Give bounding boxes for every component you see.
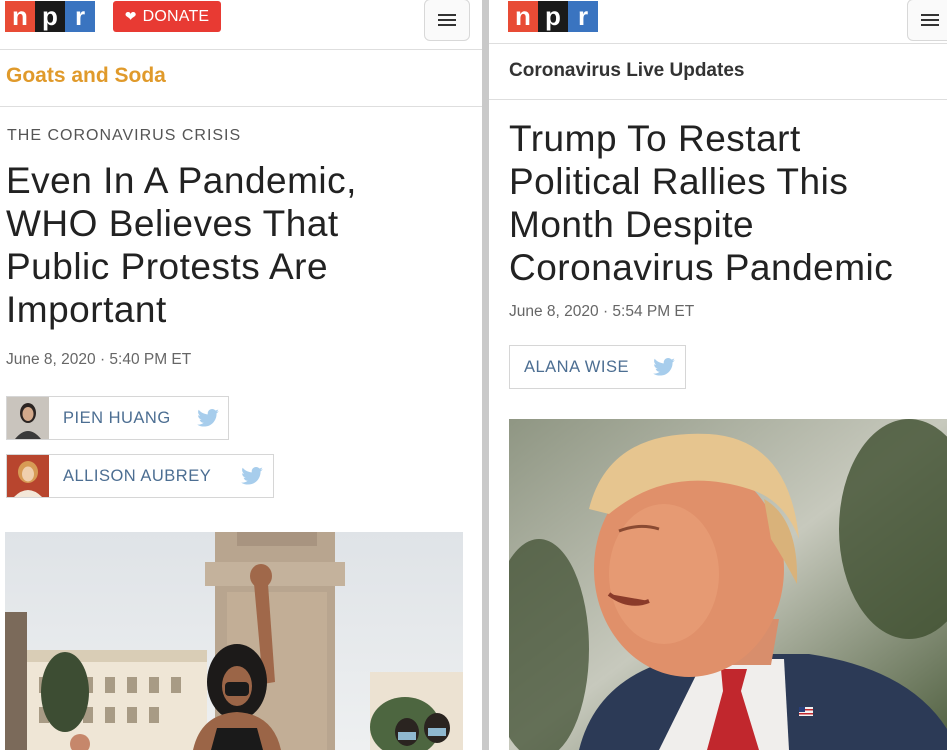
story-headline: Even In A Pandemic, WHO Believes That Pu… [6, 159, 476, 331]
left-article-screenshot: n p r ❤ DONATE Goats and Soda THE CORONA… [0, 0, 482, 750]
headline-line: Public Protests Are [6, 246, 329, 287]
twitter-icon[interactable] [653, 358, 675, 376]
headline-line: Important [6, 289, 167, 330]
section-title[interactable]: Goats and Soda [6, 64, 166, 88]
story-headline: Trump To Restart Political Rallies This … [509, 117, 947, 289]
story-dateline: June 8, 2020 · 5:54 PM ET [509, 303, 695, 320]
headline-line: WHO Believes That [6, 203, 339, 244]
npr-logo-p: p [35, 1, 65, 32]
npr-logo-r: r [568, 1, 598, 32]
npr-logo-n: n [508, 1, 538, 32]
headline-line: Political Rallies This [509, 161, 849, 202]
story-kicker[interactable]: THE CORONAVIRUS CRISIS [7, 127, 241, 145]
hamburger-menu-icon [438, 14, 456, 26]
headline-line: Trump To Restart [509, 118, 801, 159]
author-name: PIEN HUANG [63, 408, 171, 427]
menu-button[interactable] [907, 0, 947, 41]
headline-line: Coronavirus Pandemic [509, 247, 894, 288]
panel-divider [482, 0, 489, 750]
portrait-photo[interactable] [509, 419, 947, 750]
headline-line: Even In A Pandemic, [6, 160, 357, 201]
right-article-screenshot: n p r Coronavirus Live Updates Trump To … [489, 0, 947, 750]
author-avatar [7, 455, 49, 497]
author-avatar [7, 397, 49, 439]
protest-photo[interactable] [5, 532, 463, 750]
author-byline[interactable]: ALANA WISE [509, 345, 686, 389]
author-byline[interactable]: PIEN HUANG [6, 396, 229, 440]
section-title[interactable]: Coronavirus Live Updates [509, 60, 744, 82]
author-name: ALLISON AUBREY [63, 466, 212, 485]
heart-icon: ❤ [124, 8, 137, 24]
npr-logo[interactable]: n p r [5, 1, 95, 32]
npr-logo-r: r [65, 1, 95, 32]
author-name: ALANA WISE [524, 357, 629, 376]
donate-label: DONATE [142, 7, 210, 25]
headline-line: Month Despite [509, 204, 755, 245]
npr-logo[interactable]: n p r [508, 1, 598, 32]
hamburger-menu-icon [921, 14, 939, 26]
menu-button[interactable] [424, 0, 470, 41]
twitter-icon[interactable] [241, 467, 263, 485]
donate-button[interactable]: ❤ DONATE [113, 1, 221, 32]
npr-logo-n: n [5, 1, 35, 32]
twitter-icon[interactable] [197, 409, 219, 427]
npr-logo-p: p [538, 1, 568, 32]
story-dateline: June 8, 2020 · 5:40 PM ET [6, 351, 192, 368]
author-byline[interactable]: ALLISON AUBREY [6, 454, 274, 498]
